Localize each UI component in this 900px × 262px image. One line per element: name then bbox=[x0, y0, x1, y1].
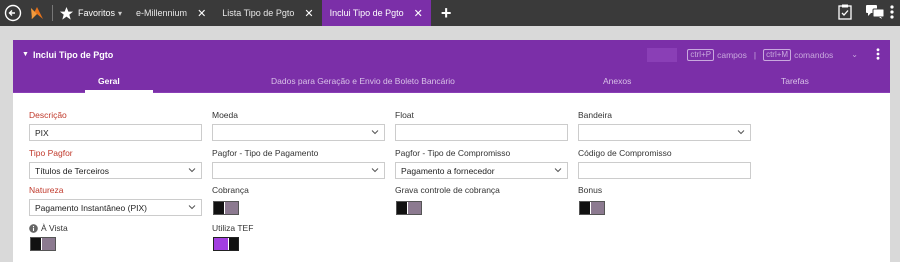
tab-label: Lista Tipo de Pgto bbox=[222, 8, 295, 18]
tab-lista-tipo-pgto[interactable]: Lista Tipo de Pgto ✕ bbox=[214, 0, 321, 26]
shortcut-commands-label[interactable]: comandos bbox=[794, 50, 833, 60]
cobranca-toggle[interactable] bbox=[213, 201, 239, 215]
logo-icon[interactable] bbox=[22, 4, 46, 22]
natureza-label: Natureza bbox=[29, 185, 64, 195]
tool-placeholder bbox=[647, 47, 678, 62]
chevron-down-icon[interactable]: ▾ bbox=[118, 9, 122, 18]
tab-e-millennium[interactable]: e-Millennium ✕ bbox=[128, 0, 214, 26]
a-vista-label: À Vista bbox=[41, 223, 68, 233]
tab-inclui-tipo-pgto[interactable]: Inclui Tipo de Pgto ✕ bbox=[321, 0, 431, 26]
moeda-select[interactable] bbox=[212, 124, 385, 141]
shortcut-key-fields: ctrl+P bbox=[687, 48, 715, 61]
moeda-label: Moeda bbox=[212, 110, 238, 120]
pagfor-tipo-compromisso-value: Pagamento a fornecedor bbox=[401, 165, 495, 176]
close-icon[interactable]: ✕ bbox=[197, 7, 206, 20]
divider bbox=[52, 5, 53, 21]
tipo-pagfor-value: Títulos de Terceiros bbox=[35, 165, 110, 176]
chevron-down-icon bbox=[737, 130, 745, 135]
favorites-menu[interactable]: Favoritos bbox=[78, 8, 115, 18]
panel-tools: ctrl+P campos | ctrl+M comandos ⌄ bbox=[647, 40, 890, 69]
form-panel: ▼ Inclui Tipo de Pgto ctrl+P campos | ct… bbox=[13, 40, 890, 262]
divider: | bbox=[753, 49, 757, 60]
codigo-compromisso-input[interactable] bbox=[578, 162, 751, 179]
tab-label: Inclui Tipo de Pgto bbox=[329, 8, 404, 18]
section-tabs: Geral Dados para Geração e Envio de Bole… bbox=[13, 69, 890, 93]
close-icon[interactable]: ✕ bbox=[304, 7, 313, 20]
panel-kebab-icon[interactable] bbox=[876, 47, 890, 62]
collapse-icon[interactable]: ▼ bbox=[22, 51, 29, 58]
star-icon[interactable] bbox=[59, 6, 74, 21]
grava-controle-toggle[interactable] bbox=[396, 201, 422, 215]
tab-anexos[interactable]: Anexos bbox=[603, 69, 631, 93]
float-label: Float bbox=[395, 110, 414, 120]
chat-icon[interactable] bbox=[866, 5, 890, 21]
tab-dados-boleto[interactable]: Dados para Geração e Envio de Boleto Ban… bbox=[271, 69, 455, 93]
cobranca-label: Cobrança bbox=[212, 185, 249, 195]
utiliza-tef-toggle[interactable] bbox=[213, 237, 239, 251]
tab-label: e-Millennium bbox=[136, 8, 188, 18]
panel-title: Inclui Tipo de Pgto bbox=[32, 49, 114, 60]
shortcut-fields-label[interactable]: campos bbox=[717, 50, 747, 60]
grava-controle-label: Grava controle de cobrança bbox=[395, 185, 500, 195]
chevron-down-icon bbox=[188, 168, 196, 173]
shortcut-key-commands: ctrl+M bbox=[763, 48, 792, 61]
bandeira-select[interactable] bbox=[578, 124, 751, 141]
chevron-down-icon bbox=[188, 205, 196, 210]
kebab-menu-icon[interactable] bbox=[890, 5, 900, 21]
float-input[interactable] bbox=[395, 124, 568, 141]
bandeira-label: Bandeira bbox=[578, 110, 613, 120]
descricao-input[interactable]: PIX bbox=[29, 124, 202, 141]
bonus-toggle[interactable] bbox=[579, 201, 605, 215]
tipo-pagfor-label: Tipo Pagfor bbox=[29, 148, 73, 158]
pagfor-tipo-compromisso-select[interactable]: Pagamento a fornecedor bbox=[395, 162, 568, 179]
back-icon[interactable] bbox=[0, 4, 22, 22]
natureza-select[interactable]: Pagamento Instantâneo (PIX) bbox=[29, 199, 202, 216]
chevron-down-icon bbox=[554, 168, 562, 173]
close-icon[interactable]: ✕ bbox=[414, 7, 423, 20]
top-bar: Favoritos ▾ e-Millennium ✕ Lista Tipo de… bbox=[0, 0, 900, 26]
chevron-down-icon bbox=[371, 168, 379, 173]
pagfor-tipo-compromisso-label: Pagfor - Tipo de Compromisso bbox=[395, 148, 511, 158]
clipboard-icon[interactable] bbox=[838, 4, 866, 22]
descricao-label: Descrição bbox=[29, 110, 67, 120]
panel-header: ▼ Inclui Tipo de Pgto ctrl+P campos | ct… bbox=[13, 40, 890, 69]
natureza-value: Pagamento Instantâneo (PIX) bbox=[35, 202, 147, 213]
pagfor-tipo-pagamento-select[interactable] bbox=[212, 162, 385, 179]
utiliza-tef-label: Utiliza TEF bbox=[212, 223, 254, 233]
chevron-down-icon bbox=[371, 130, 379, 135]
info-icon[interactable] bbox=[29, 224, 38, 233]
topbar-actions bbox=[838, 0, 900, 26]
tab-tarefas[interactable]: Tarefas bbox=[781, 69, 809, 93]
tipo-pagfor-select[interactable]: Títulos de Terceiros bbox=[29, 162, 202, 179]
a-vista-toggle[interactable] bbox=[30, 237, 56, 251]
pagfor-tipo-pagamento-label: Pagfor - Tipo de Pagamento bbox=[212, 148, 319, 158]
chevron-down-icon[interactable]: ⌄ bbox=[851, 50, 858, 59]
bonus-label: Bonus bbox=[578, 185, 603, 195]
codigo-compromisso-label: Código de Compromisso bbox=[578, 148, 672, 158]
form-body: Descrição PIX Moeda Float Bandeira Tipo … bbox=[13, 93, 890, 262]
add-tab-icon[interactable]: + bbox=[441, 4, 452, 22]
